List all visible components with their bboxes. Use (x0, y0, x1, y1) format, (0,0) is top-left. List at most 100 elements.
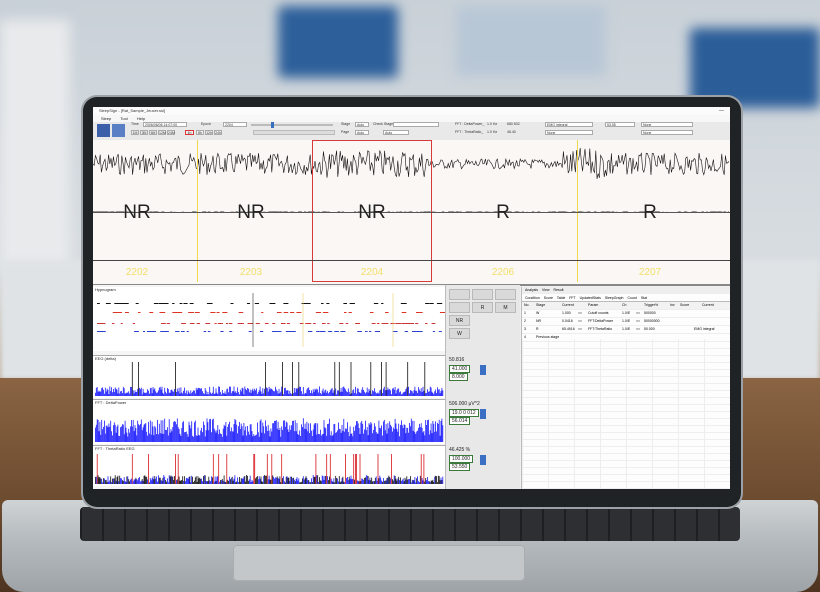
trend-eeg-delta[interactable]: EEG (delta) (93, 355, 445, 398)
stage-button-blank-1[interactable] (449, 289, 470, 300)
trend-delta-power[interactable]: FFT : DeltaPower (93, 399, 445, 444)
scale-button-24m[interactable]: 24M (167, 130, 175, 135)
trend-bar (347, 477, 348, 484)
background-person (0, 20, 70, 270)
trend-bar (248, 388, 249, 396)
epoch-field[interactable]: 2204 (223, 122, 247, 127)
trend-bar (248, 479, 250, 484)
stage-button-nr[interactable]: NR (449, 315, 470, 326)
scale-button-6m[interactable]: 6M (149, 130, 157, 135)
trend-bar (114, 387, 116, 396)
open-file-icon[interactable] (97, 124, 110, 137)
hypnogram-segment (153, 303, 159, 304)
window-minimize-button[interactable]: — (719, 107, 724, 115)
table-row[interactable]: 3 R 65.4916 >= FFT:ThetaRatio 1.0/E >= 5… (522, 326, 730, 334)
eeg-waveform-panel[interactable]: NR NR NR R R 2202 2203 2204 2206 2207 (93, 140, 730, 286)
stage-button-blank-3[interactable] (495, 289, 516, 300)
trend-bar (165, 430, 166, 442)
time-scroll-track[interactable] (251, 124, 333, 126)
trend-1-value-box[interactable]: 41.000 (449, 365, 471, 373)
trend-bar (203, 475, 205, 484)
tab-analysis[interactable]: Analysis (525, 288, 538, 292)
trend-bar (281, 454, 283, 484)
stage-button-blank-2[interactable] (472, 289, 493, 300)
fft-theta-range: 1.0 Hz (487, 130, 498, 134)
trend-bar (192, 435, 193, 442)
trend-bar (108, 394, 110, 396)
menu-help[interactable]: Help (137, 116, 145, 121)
trend-theta-ratio[interactable]: FFT : ThetaRatio EEG (93, 445, 445, 486)
none-select-2[interactable]: None (641, 122, 693, 127)
stage-button-w[interactable]: W (449, 328, 470, 339)
scale-button-3m[interactable]: 3M (140, 130, 148, 135)
tab-score[interactable]: Score (544, 296, 553, 300)
none-select-1[interactable]: None (545, 130, 593, 135)
trend-1-value-bottom[interactable]: 8.000 (449, 373, 468, 381)
trend-bar (227, 426, 229, 442)
trend-bar (312, 429, 314, 442)
tab-sleepgraph[interactable]: SleepGraph (605, 296, 624, 300)
scale-button-8h[interactable]: 8h (196, 130, 204, 135)
trend-bar (140, 389, 141, 396)
tab-view[interactable]: View (542, 288, 550, 292)
emg-select[interactable]: EMG integral (545, 122, 593, 127)
epoch-number-3: 2204 (360, 267, 384, 278)
stage-button-m[interactable]: M (495, 302, 516, 313)
scale-button-24h[interactable]: 24h (214, 130, 222, 135)
time-field[interactable]: 2006/06/06 14:07:00 (143, 122, 187, 127)
scale-button-12h[interactable]: 12h (205, 130, 213, 135)
trend-1-spin-icon[interactable] (480, 365, 486, 375)
trend-bar (248, 434, 250, 442)
trend-3-value-box[interactable]: 100.000 (449, 455, 474, 463)
trend-2-spin-icon[interactable] (480, 409, 486, 419)
trend-bar (259, 386, 261, 396)
trend-bar (278, 388, 280, 396)
tab-fft[interactable]: FFT (569, 296, 575, 300)
trend-bar (148, 454, 149, 484)
tab-count[interactable]: Count (628, 296, 637, 300)
tab-result[interactable]: Result (554, 288, 564, 292)
hypnogram-panel[interactable]: Hypnogram (93, 287, 445, 351)
stage-select[interactable]: Auto (355, 122, 369, 127)
scale-button-1m[interactable]: 1M (131, 130, 139, 135)
menu-sleep[interactable]: Sleep (101, 116, 111, 121)
trend-bar (234, 392, 236, 396)
page-select[interactable]: Auto (355, 130, 369, 135)
table-row[interactable]: 1 W 1.000 >= Cutoff counts 1.0/E >= 5000… (522, 310, 730, 318)
trend-bar (373, 429, 374, 442)
table-row[interactable]: 2 NR 0.0416 >= FFT:DeltaPower 1.0/E >= 5… (522, 318, 730, 326)
sleepsign-logo-icon[interactable] (112, 124, 125, 137)
trend-3-spin-icon[interactable] (480, 455, 486, 465)
trend-bar (408, 479, 409, 484)
trend-3-value-bottom[interactable]: 53.550 (449, 463, 471, 471)
scale-button-4h[interactable]: 4h (185, 130, 194, 135)
trend-bar (347, 392, 348, 396)
trend-bar (235, 391, 237, 396)
channel-scroll[interactable] (253, 130, 335, 135)
tab-table[interactable]: Table (557, 296, 565, 300)
trend-2-value-box[interactable]: 19.0 0 012 (449, 409, 479, 417)
trend-bar (177, 454, 179, 484)
hypnogram-segment (371, 323, 376, 324)
trend-bar (436, 392, 437, 396)
time-scroll-thumb[interactable] (271, 122, 274, 128)
trend-bar (390, 390, 391, 396)
tab-stat[interactable]: Stat (641, 296, 647, 300)
scale-button-12m[interactable]: 12M (158, 130, 166, 135)
check-stage-select[interactable] (393, 122, 439, 127)
tab-updatedstats[interactable]: UpdatedStats (580, 296, 601, 300)
emg-value-field[interactable]: 53.55 (605, 122, 635, 127)
trend-bar (178, 387, 180, 396)
page-extra-select[interactable]: Auto (383, 130, 409, 135)
none-select-3[interactable]: None (641, 130, 693, 135)
trend-2-value-bottom[interactable]: 56.014 (449, 417, 471, 425)
trend-bar (424, 435, 426, 442)
trend-bar (277, 421, 279, 442)
stage-button-r[interactable]: R (472, 302, 493, 313)
trend-bar (399, 480, 400, 484)
trend-bar (243, 423, 245, 442)
menu-tool[interactable]: Tool (120, 116, 127, 121)
trend-bar (263, 393, 265, 396)
tab-condition[interactable]: Condition (525, 296, 540, 300)
stage-button-blank-4[interactable] (449, 302, 470, 313)
